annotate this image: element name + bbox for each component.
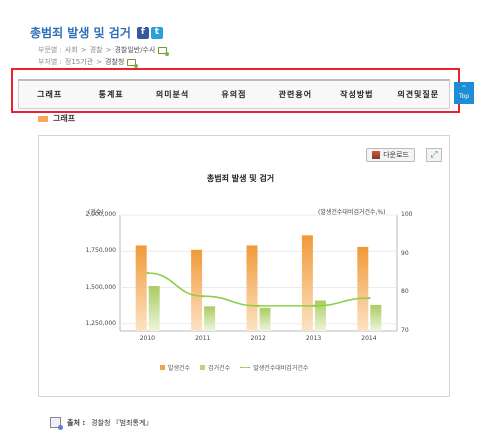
bar-arrests[interactable] bbox=[259, 307, 271, 331]
bar-occurrences[interactable] bbox=[301, 235, 313, 331]
y-tick-label-left: 1,250,000 bbox=[85, 319, 116, 327]
bar-occurrences[interactable] bbox=[357, 246, 369, 331]
bar-arrests[interactable] bbox=[204, 306, 216, 331]
line-arrest-rate[interactable] bbox=[147, 272, 370, 307]
line-point[interactable] bbox=[368, 296, 371, 300]
y-tick-label-right: 80 bbox=[401, 288, 409, 296]
y-tick-label-right: 100 bbox=[401, 211, 413, 218]
line-point[interactable] bbox=[146, 271, 149, 275]
source-text: 경찰청 『범죄통계』 bbox=[91, 418, 153, 427]
x-tick-label: 2014 bbox=[361, 335, 377, 342]
line-point[interactable] bbox=[201, 295, 205, 298]
x-tick-label: 2010 bbox=[139, 335, 155, 342]
legend-label: 검거건수 bbox=[208, 365, 231, 372]
bar-arrests[interactable] bbox=[370, 304, 382, 331]
y-tick-label-right: 90 bbox=[401, 249, 409, 257]
bar-arrests[interactable] bbox=[148, 286, 160, 331]
legend-label: 발생건수 bbox=[168, 365, 191, 372]
legend-swatch bbox=[200, 365, 206, 370]
y-tick-label-left: 2,000,000 bbox=[85, 211, 116, 218]
line-point[interactable] bbox=[257, 304, 260, 308]
bar-occurrences[interactable] bbox=[246, 245, 258, 331]
legend-line-swatch bbox=[240, 367, 251, 368]
legend-label: 발생건수대비검거건수 bbox=[253, 365, 309, 372]
y-tick-label-right: 70 bbox=[401, 327, 409, 334]
chart-legend: 발생건수 검거건수 발생건수대비검거건수 bbox=[160, 363, 308, 372]
legend-item: 발생건수대비검거건수 bbox=[240, 363, 308, 372]
legend-item: 검거건수 bbox=[200, 363, 230, 372]
y-tick-label-left: 1,500,000 bbox=[85, 283, 116, 291]
source-label: 출처 : bbox=[67, 418, 86, 427]
legend-item: 발생건수 bbox=[160, 363, 190, 372]
source-document-icon bbox=[50, 417, 63, 430]
legend-swatch bbox=[160, 365, 165, 370]
source-note: 출처 : 경찰청 『범죄통계』 bbox=[50, 417, 153, 430]
bar-occurrences[interactable] bbox=[135, 245, 147, 331]
bar-occurrences[interactable] bbox=[191, 249, 203, 331]
x-tick-label: 2013 bbox=[305, 335, 322, 342]
line-point[interactable] bbox=[312, 304, 316, 308]
y-tick-label-left: 1,750,000 bbox=[85, 247, 116, 255]
x-tick-label: 2011 bbox=[195, 335, 211, 342]
x-tick-label: 2012 bbox=[250, 335, 266, 342]
